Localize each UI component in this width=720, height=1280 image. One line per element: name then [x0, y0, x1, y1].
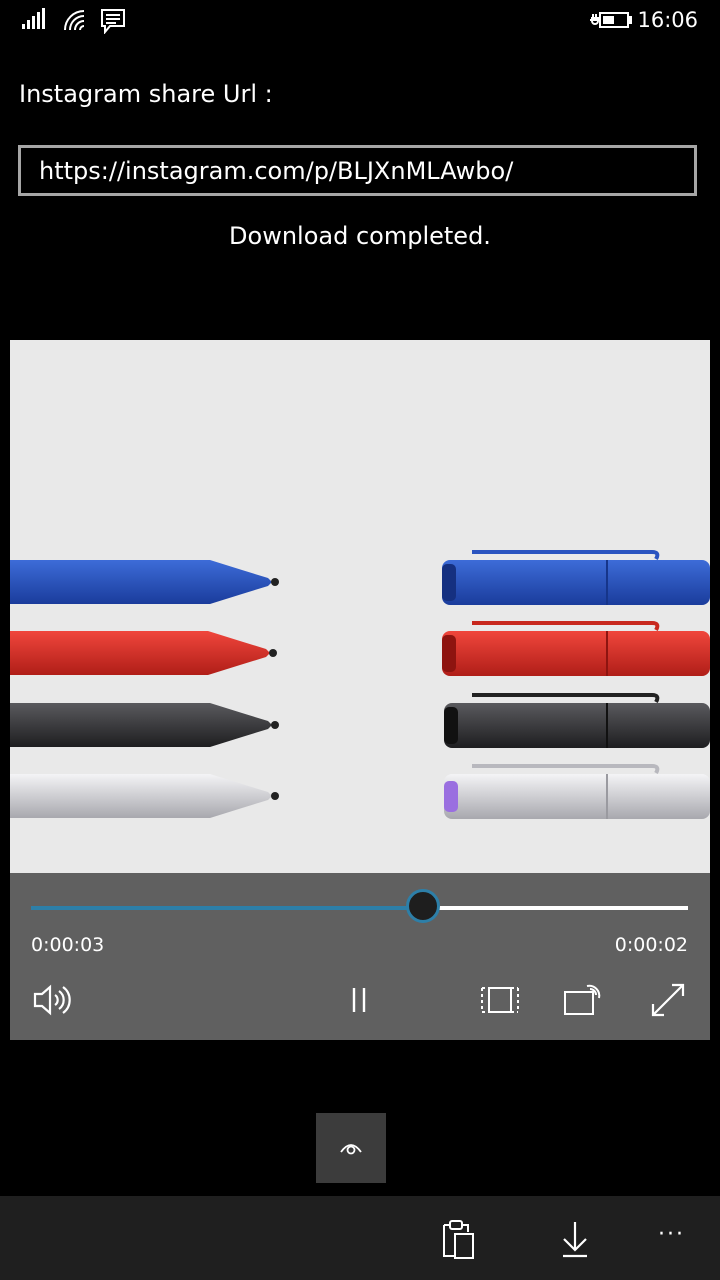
video-image: [10, 340, 710, 873]
seek-track[interactable]: [31, 906, 688, 910]
player-controls: 0:00:03 0:00:02: [10, 873, 710, 1040]
paste-icon[interactable]: [438, 1218, 478, 1260]
cast-icon[interactable]: [563, 980, 603, 1020]
preview-button[interactable]: [316, 1113, 386, 1183]
zoom-icon[interactable]: [480, 980, 520, 1020]
fullscreen-icon[interactable]: [648, 980, 688, 1020]
eye-icon: [339, 1138, 363, 1162]
wifi-icon: [62, 8, 90, 36]
clock: 16:06: [637, 8, 698, 32]
remaining-time: 0:00:02: [614, 934, 688, 956]
volume-icon[interactable]: [32, 980, 72, 1020]
more-icon[interactable]: ···: [658, 1222, 698, 1264]
share-url-label: Instagram share Url :: [19, 80, 273, 108]
video-frame[interactable]: [10, 340, 710, 873]
pause-icon[interactable]: [340, 980, 380, 1020]
share-url-input[interactable]: [39, 148, 679, 193]
app-bar: ···: [0, 1196, 720, 1280]
share-url-field[interactable]: [18, 145, 697, 196]
signal-icon: [22, 8, 48, 36]
download-icon[interactable]: [555, 1218, 595, 1260]
download-status-text: Download completed.: [229, 222, 491, 250]
seek-track-progress: [31, 906, 426, 910]
status-bar: 16:06: [0, 0, 720, 44]
message-icon: [100, 8, 126, 38]
elapsed-time: 0:00:03: [31, 934, 105, 956]
seek-thumb[interactable]: [406, 889, 441, 923]
battery-charging-icon: [590, 8, 632, 36]
